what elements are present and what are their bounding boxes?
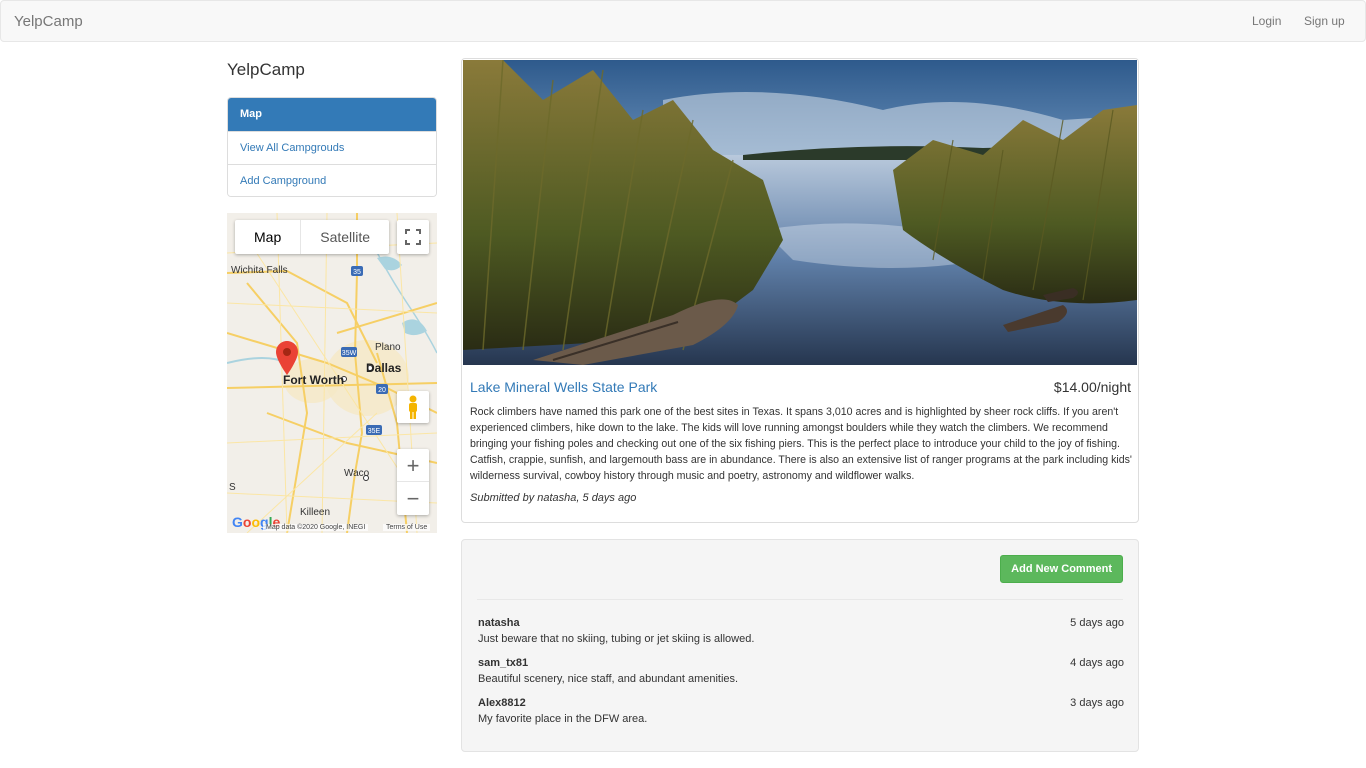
map-terms-link[interactable]: Terms of Use — [383, 524, 431, 531]
navbar-brand[interactable]: YelpCamp — [14, 13, 83, 30]
city-s: S — [229, 482, 236, 493]
comment-text: Beautiful scenery, nice staff, and abund… — [478, 673, 739, 685]
add-comment-button[interactable]: Add New Comment — [1000, 555, 1123, 583]
comment-item: natasha 5 days ago Just beware that no s… — [478, 617, 1124, 651]
signup-link[interactable]: Sign up — [1304, 14, 1345, 28]
map-type-map-button[interactable]: Map — [235, 220, 300, 254]
zoom-in-button[interactable]: + — [397, 449, 429, 482]
shield-20: 20 — [378, 387, 386, 394]
fullscreen-icon — [405, 229, 421, 245]
map-attribution: Map data ©2020 Google, INEGI — [263, 524, 369, 531]
campground-price: $14.00/night — [1053, 379, 1131, 395]
city-killeen: Killeen — [300, 507, 331, 518]
sidebar-menu: Map View All Campgrouds Add Campground — [227, 97, 437, 197]
zoom-control: + − — [397, 449, 429, 515]
comment-author: natasha — [478, 617, 520, 629]
shield-35e: 35E — [368, 428, 381, 435]
comment-time: 5 days ago — [1070, 617, 1124, 629]
comments-divider — [477, 599, 1123, 600]
sidebar-title: YelpCamp — [227, 60, 305, 79]
city-dallas: Dallas — [366, 361, 402, 375]
city-plano: Plano — [375, 342, 401, 353]
shield-35w: 35W — [342, 350, 357, 357]
comment-item: Alex8812 3 days ago My favorite place in… — [478, 697, 1124, 731]
comments-section: Add New Comment natasha 5 days ago Just … — [461, 539, 1139, 752]
comment-time: 3 days ago — [1070, 697, 1124, 709]
city-wichita-falls: Wichita Falls — [231, 265, 288, 276]
navbar: YelpCamp Login Sign up — [0, 0, 1366, 42]
comment-text: My favorite place in the DFW area. — [478, 713, 648, 725]
map-marker-icon[interactable] — [276, 341, 298, 378]
sidebar-item-view-all[interactable]: View All Campgrouds — [228, 131, 436, 164]
campground-image — [463, 60, 1137, 365]
city-waco: Waco — [344, 468, 370, 479]
shield-35: 35 — [353, 269, 361, 276]
comment-item: sam_tx81 4 days ago Beautiful scenery, n… — [478, 657, 1124, 691]
campground-description: Rock climbers have named this park one o… — [470, 406, 1132, 482]
comment-author: sam_tx81 — [478, 657, 529, 669]
submitted-by: Submitted by natasha, 5 days ago — [470, 492, 637, 504]
campground-card: Lake Mineral Wells State Park $14.00/nig… — [461, 58, 1139, 523]
sidebar-item-add-campground[interactable]: Add Campground — [228, 164, 436, 196]
map-widget[interactable]: 35 35W 35E 20 Wichita Falls Plano Dallas… — [227, 213, 437, 533]
comment-time: 4 days ago — [1070, 657, 1124, 669]
comment-author: Alex8812 — [478, 697, 526, 709]
pegman-icon — [409, 395, 417, 419]
campground-name-link[interactable]: Lake Mineral Wells State Park — [470, 379, 657, 395]
comment-text: Just beware that no skiing, tubing or je… — [478, 633, 755, 645]
login-link[interactable]: Login — [1252, 14, 1281, 28]
street-view-button[interactable] — [397, 391, 429, 423]
map-type-control: Map Satellite — [235, 220, 390, 254]
zoom-out-button[interactable]: − — [397, 482, 429, 515]
sidebar-item-map[interactable]: Map — [228, 98, 436, 131]
map-type-satellite-button[interactable]: Satellite — [300, 220, 389, 254]
fullscreen-button[interactable] — [397, 220, 429, 254]
